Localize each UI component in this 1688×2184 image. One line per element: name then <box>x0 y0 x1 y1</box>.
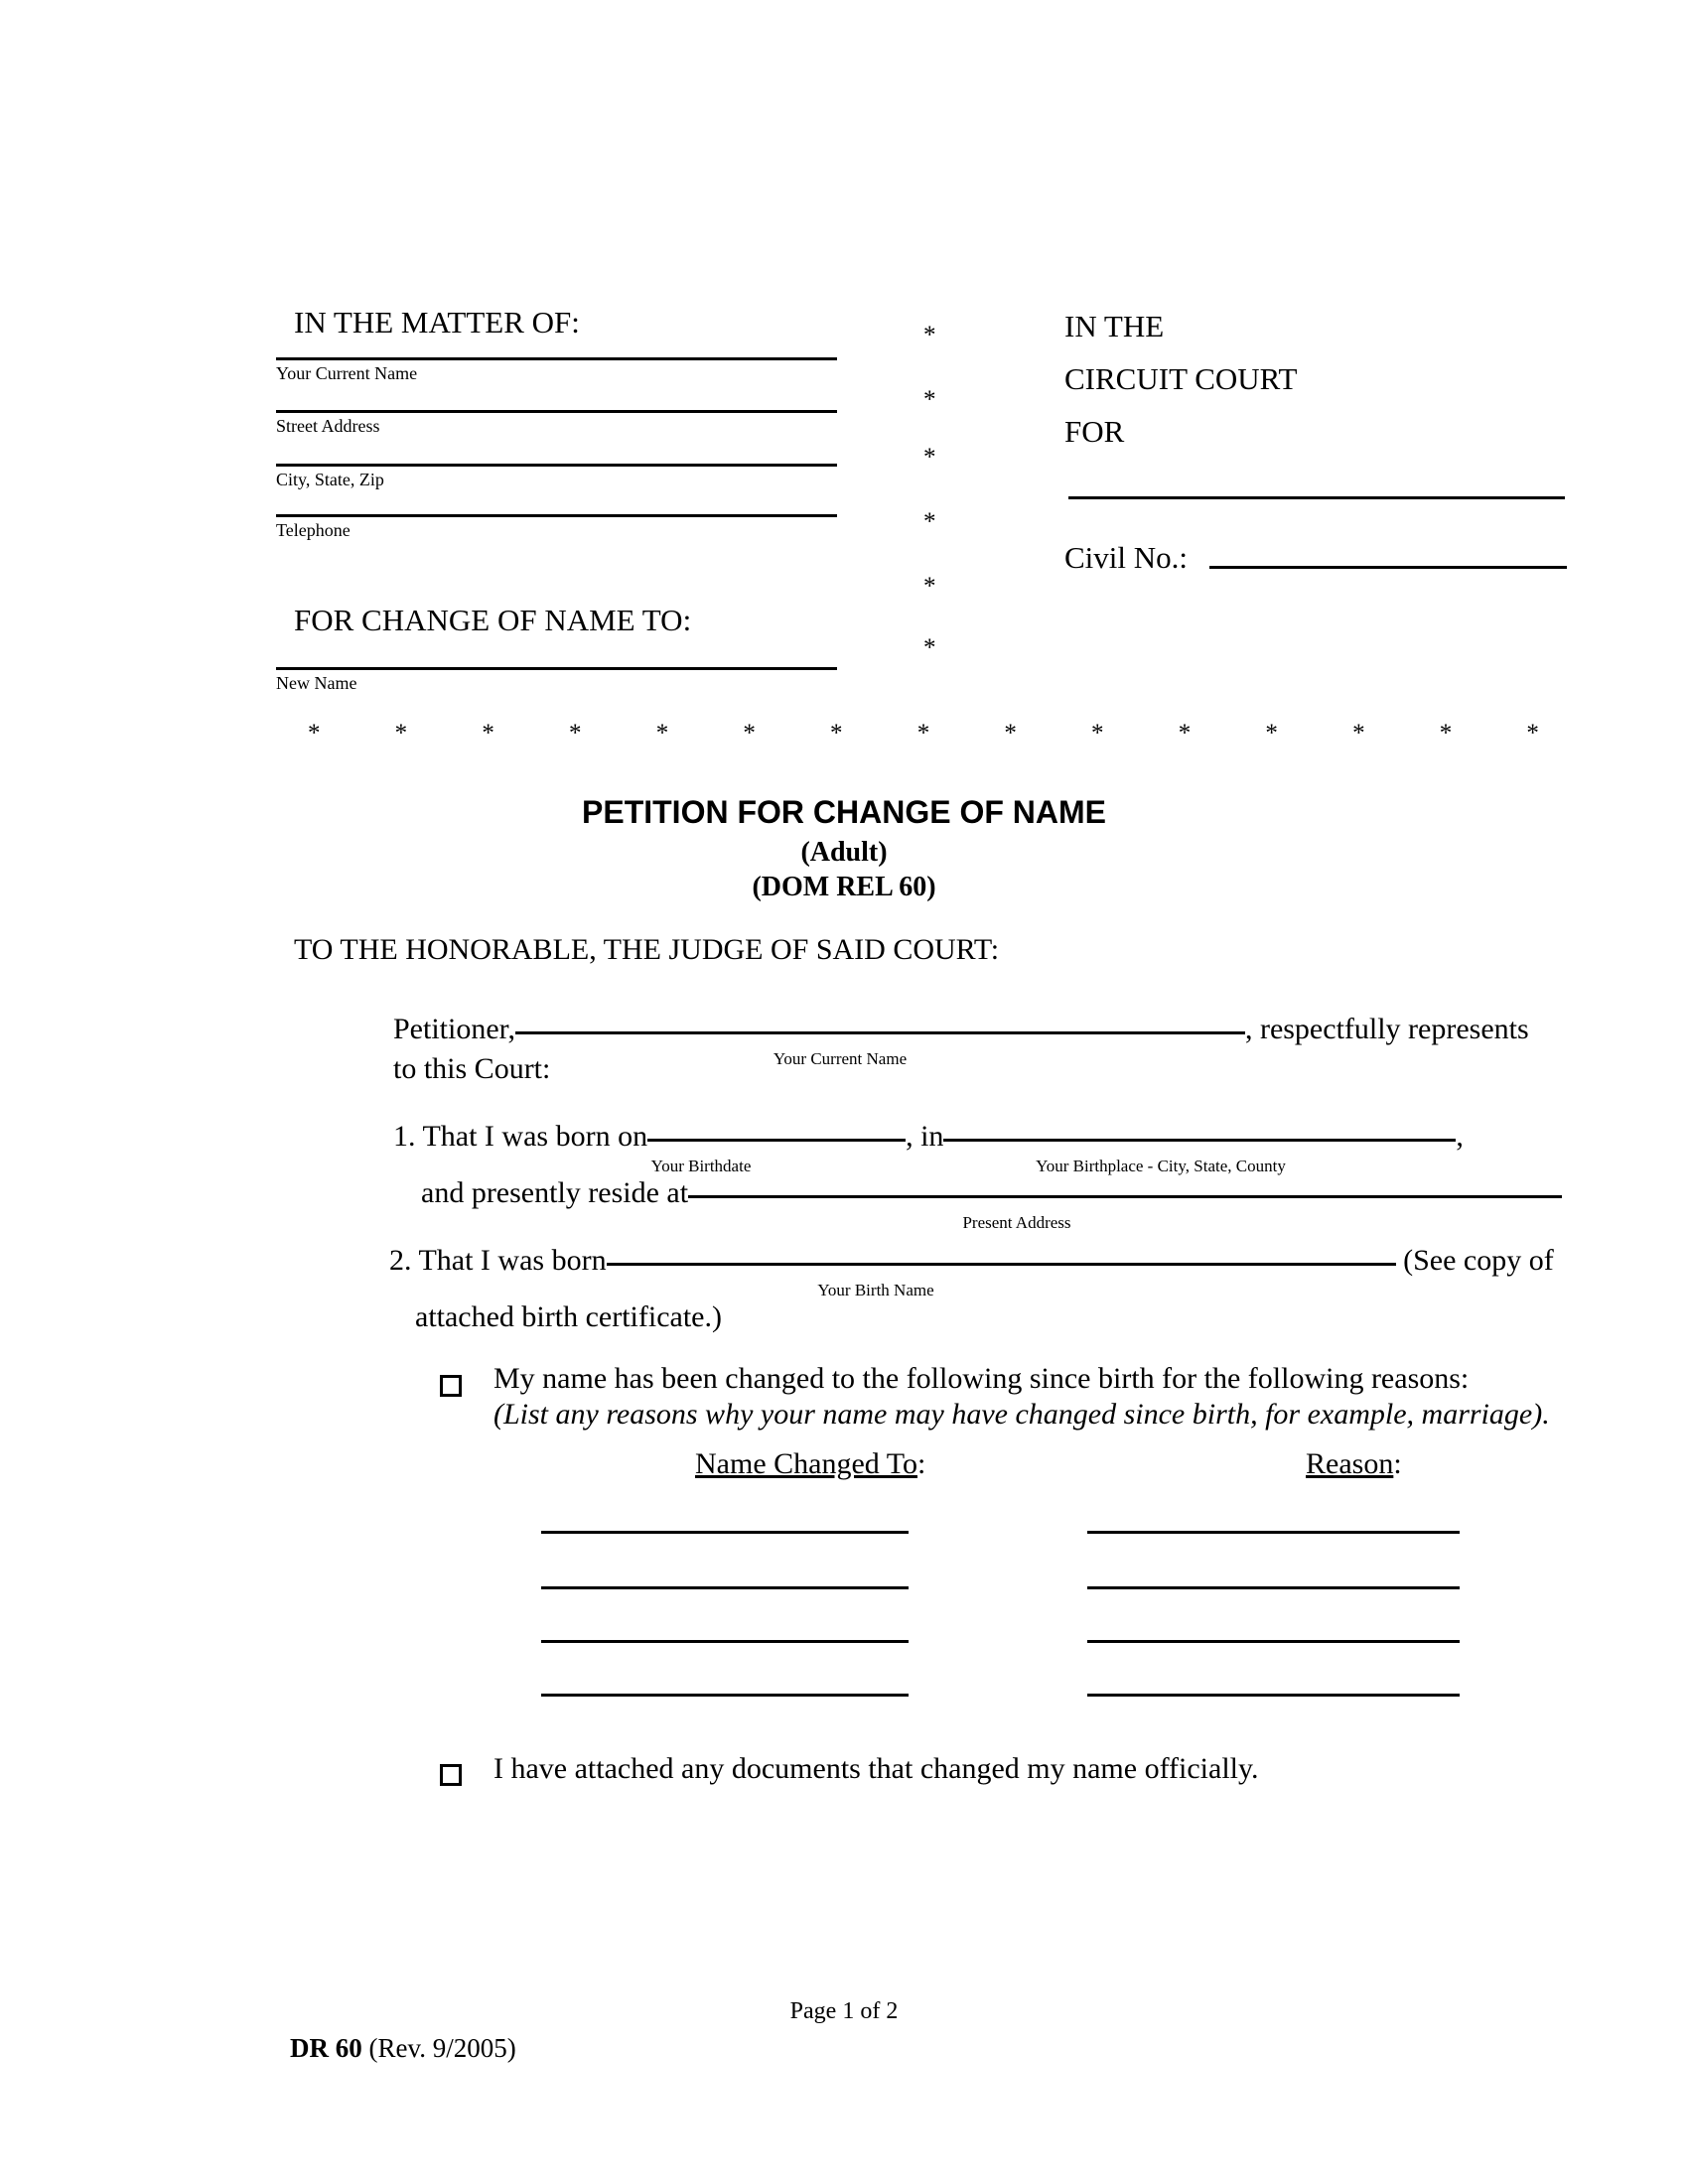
divider-star: * <box>1265 720 1278 747</box>
birth-name-blank[interactable] <box>606 1263 1396 1266</box>
caption-divider-star-1: * <box>923 322 936 348</box>
divider-star: * <box>1091 720 1104 747</box>
document-title: PETITION FOR CHANGE OF NAME <box>582 794 1106 830</box>
column-header-name-colon: : <box>916 1447 926 1480</box>
reason-blank-1[interactable] <box>1087 1531 1460 1534</box>
petitioner-label: Petitioner, <box>393 1013 515 1045</box>
reason-blank-2[interactable] <box>1087 1586 1460 1589</box>
birthplace-blank[interactable] <box>943 1139 1457 1142</box>
civil-number-label: Civil No.: <box>1064 540 1189 575</box>
petitioner-suffix: , respectfully represents <box>1244 1013 1529 1045</box>
divider-star: * <box>743 720 756 747</box>
checkbox-documents-attached[interactable] <box>440 1764 462 1786</box>
document-subtitle-adult: (Adult) <box>800 837 888 868</box>
column-header-name-changed-to: Name Changed To: <box>695 1447 925 1481</box>
civil-number-blank[interactable] <box>1209 566 1567 569</box>
item-1-line: 1. That I was born on, in, Your Birthdat… <box>393 1120 1575 1174</box>
reason-blank-3[interactable] <box>1087 1640 1460 1643</box>
court-circuit-court-label: CIRCUIT COURT <box>1064 361 1298 396</box>
divider-star: * <box>1439 720 1453 747</box>
present-address-blank[interactable] <box>688 1195 1563 1198</box>
item-1b-prefix: and presently reside at <box>421 1176 689 1209</box>
court-for-label: FOR <box>1064 414 1125 449</box>
caption-field-current-name: Your Current Name <box>276 357 837 385</box>
column-header-reason: Reason: <box>1306 1447 1402 1481</box>
divider-star: * <box>1178 720 1192 747</box>
caption-field-new-name: New Name <box>276 667 837 695</box>
form-identifier: DR 60 (Rev. 9/2005) <box>290 2033 516 2064</box>
item-2-prefix: 2. That I was born <box>389 1244 607 1277</box>
item-1-end-comma: , <box>1456 1120 1464 1153</box>
petitioner-line: Petitioner, , respectfully represents You… <box>393 1013 1575 1067</box>
name-changed-blank-4[interactable] <box>541 1694 909 1697</box>
divider-star: * <box>394 720 408 747</box>
divider-star: * <box>830 720 843 747</box>
court-in-the-label: IN THE <box>1064 309 1165 343</box>
caption-divider-star-4: * <box>923 508 936 535</box>
document-form-code: (DOM REL 60) <box>752 872 936 902</box>
item-2-suffix: (See copy of <box>1403 1244 1554 1277</box>
caption-divider-star-6: * <box>923 634 936 661</box>
column-header-reason-colon: : <box>1393 1447 1402 1480</box>
checkbox-name-changed-label: My name has been changed to the followin… <box>493 1362 1470 1395</box>
petitioner-name-caption: Your Current Name <box>773 1049 908 1068</box>
caption-divider-star-3: * <box>923 444 936 471</box>
divider-star: * <box>569 720 582 747</box>
checkbox-documents-attached-label: I have attached any documents that chang… <box>493 1752 1259 1785</box>
name-changed-blank-1[interactable] <box>541 1531 909 1534</box>
form-page: IN THE MATTER OF: Your Current Name Stre… <box>0 0 1688 2184</box>
petitioner-name-blank[interactable] <box>514 1031 1245 1034</box>
divider-star: * <box>916 720 930 747</box>
to-this-court-text: to this Court: <box>393 1052 551 1085</box>
caption-divider-star-5: * <box>923 573 936 600</box>
item-1-comma: , <box>906 1120 914 1153</box>
column-header-name-changed-to-text: Name Changed To <box>695 1447 917 1480</box>
court-county-blank[interactable] <box>1068 496 1565 499</box>
matter-of-heading: IN THE MATTER OF: <box>294 305 580 340</box>
caption-label-street-address: Street Address <box>276 416 380 436</box>
caption-star-divider-row: * * * * * * * * * * * * * * * <box>308 721 1539 746</box>
name-changed-blank-2[interactable] <box>541 1586 909 1589</box>
caption-divider-star-2: * <box>923 386 936 413</box>
caption-field-city-state-zip: City, State, Zip <box>276 464 837 491</box>
checkbox-name-changed-note: (List any reasons why your name may have… <box>493 1398 1550 1431</box>
form-code: DR 60 <box>290 2033 362 2063</box>
item-1-mid: in <box>920 1120 944 1153</box>
caption-label-current-name: Your Current Name <box>276 363 418 383</box>
birthplace-caption: Your Birthplace - City, State, County <box>1036 1157 1286 1175</box>
item-1-prefix: 1. That I was born on <box>393 1120 648 1153</box>
divider-star: * <box>1526 720 1539 747</box>
divider-star: * <box>1352 720 1365 747</box>
form-revision: (Rev. 9/2005) <box>368 2033 516 2063</box>
birthdate-caption: Your Birthdate <box>650 1157 752 1175</box>
salutation-line: TO THE HONORABLE, THE JUDGE OF SAID COUR… <box>294 933 1000 966</box>
page-number: Page 1 of 2 <box>789 1998 899 2024</box>
caption-field-street-address: Street Address <box>276 410 837 438</box>
caption-label-new-name: New Name <box>276 673 357 693</box>
caption-label-city-state-zip: City, State, Zip <box>276 470 384 489</box>
divider-star: * <box>482 720 494 747</box>
birth-name-caption: Your Birth Name <box>817 1281 934 1299</box>
column-header-reason-text: Reason <box>1306 1447 1394 1480</box>
birthdate-blank[interactable] <box>647 1139 907 1142</box>
present-address-caption: Present Address <box>962 1213 1071 1232</box>
divider-star: * <box>1004 720 1017 747</box>
item-2-continuation: attached birth certificate.) <box>415 1300 722 1333</box>
item-2-line: 2. That I was born (See copy of Your Bir… <box>389 1244 1576 1298</box>
divider-star: * <box>655 720 669 747</box>
checkbox-name-changed-since-birth[interactable] <box>440 1375 462 1397</box>
caption-label-telephone: Telephone <box>276 520 351 540</box>
item-1-residence-line: and presently reside at Present Address <box>421 1176 1573 1231</box>
reason-blank-4[interactable] <box>1087 1694 1460 1697</box>
change-of-name-to-heading: FOR CHANGE OF NAME TO: <box>294 603 692 637</box>
divider-star: * <box>308 720 321 747</box>
caption-field-telephone: Telephone <box>276 514 837 542</box>
name-changed-blank-3[interactable] <box>541 1640 909 1643</box>
